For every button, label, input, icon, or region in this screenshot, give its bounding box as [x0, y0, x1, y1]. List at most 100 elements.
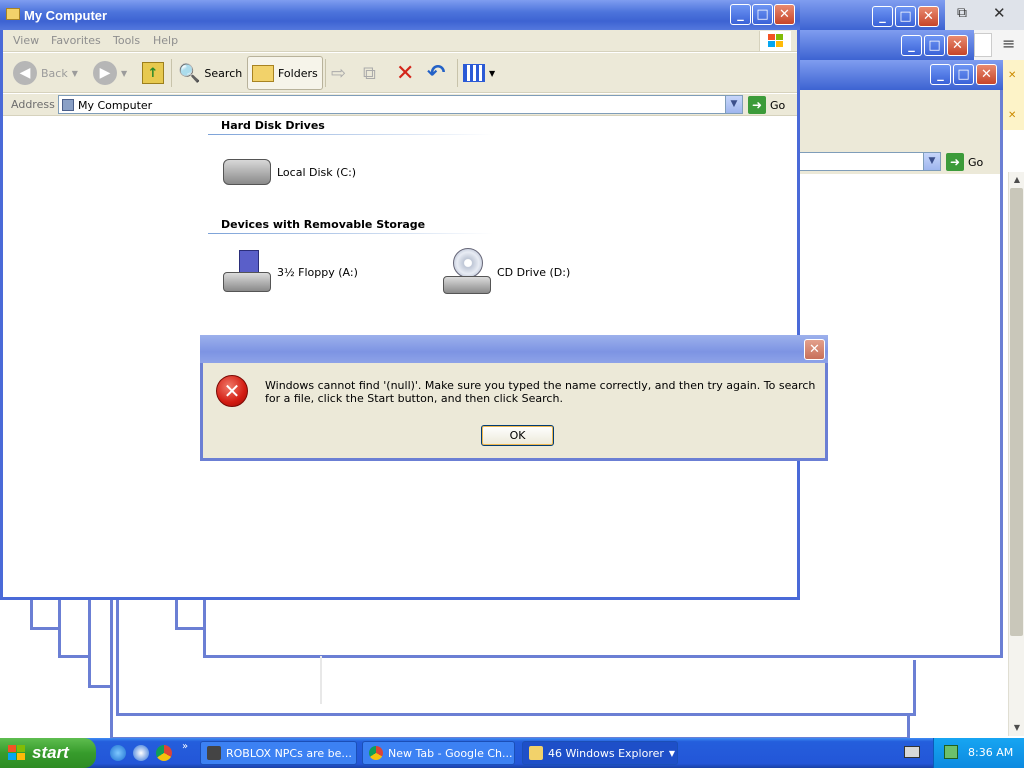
start-button[interactable]: start: [0, 738, 96, 768]
minimize-button[interactable]: _: [901, 35, 922, 56]
menu-bar: View Favorites Tools Help: [3, 30, 797, 52]
close-button[interactable]: ✕: [918, 6, 939, 27]
background-addressbar: ▼ ➜ Go: [798, 150, 1003, 174]
cd-drive-icon: [443, 248, 491, 296]
menu-help[interactable]: Help: [153, 34, 178, 47]
network-icon[interactable]: [944, 745, 958, 759]
roblox-icon: [207, 746, 221, 760]
address-field[interactable]: My Computer ▼: [58, 95, 743, 114]
folders-label: Folders: [278, 66, 318, 80]
background-menubar: ✕ ✕: [1003, 60, 1024, 130]
minimize-button[interactable]: _: [930, 64, 951, 85]
scrollbar-thumb[interactable]: [1010, 188, 1023, 636]
drive-label: 3½ Floppy (A:): [277, 265, 358, 279]
chevron-down-icon: ▼: [71, 68, 78, 78]
views-button[interactable]: ▼: [463, 56, 495, 90]
vertical-scrollbar[interactable]: ▲ ▼: [1008, 172, 1024, 736]
close-button[interactable]: ✕: [804, 339, 825, 360]
scroll-down-arrow[interactable]: ▼: [1009, 720, 1024, 736]
maximize-button[interactable]: □: [924, 35, 945, 56]
drive-local-disk[interactable]: Local Disk (C:): [223, 159, 356, 185]
folder-icon: [6, 8, 20, 20]
address-bar: Address My Computer ▼ ➜ Go: [3, 94, 797, 116]
task-label: New Tab - Google Ch...: [388, 746, 513, 760]
close-icon[interactable]: ✕: [1008, 110, 1016, 121]
keyboard-icon[interactable]: [904, 746, 920, 758]
menu-icon[interactable]: ≡: [1002, 34, 1015, 53]
drive-floppy[interactable]: 3½ Floppy (A:): [223, 250, 358, 294]
taskbar-item-chrome[interactable]: New Tab - Google Ch...: [362, 741, 515, 765]
titlebar[interactable]: My Computer _ □ ✕: [0, 0, 800, 30]
windows-flag-icon: [768, 34, 784, 48]
taskbar-item-roblox[interactable]: ROBLOX NPCs are be...: [200, 741, 357, 765]
go-button[interactable]: ➜ Go: [748, 96, 785, 114]
background-window: _ □ ✕ _ □ ✕ _ □ ✕ ⧉ ✕ ≡ ✕ ✕ ▼ ➜ Go: [798, 0, 1024, 660]
close-icon[interactable]: ✕: [993, 4, 1006, 22]
go-label: Go: [770, 98, 786, 112]
start-label: start: [32, 743, 69, 762]
undo-button[interactable]: ↶: [427, 56, 445, 90]
minimize-button[interactable]: _: [872, 6, 893, 27]
address-dropdown[interactable]: ▼: [725, 96, 742, 113]
error-dialog: ✕ ✕ Windows cannot find '(null)'. Make s…: [200, 335, 828, 461]
background-window-border: [798, 655, 1003, 658]
restore-icon[interactable]: ⧉: [957, 5, 967, 21]
address-field[interactable]: ▼: [798, 152, 941, 171]
copy-to-button[interactable]: ⧉: [363, 56, 376, 90]
chevron-down-icon: ▼: [121, 68, 128, 78]
close-button[interactable]: ✕: [976, 64, 997, 85]
system-tray: 8:36 AM: [933, 738, 1024, 768]
close-button[interactable]: ✕: [774, 4, 795, 25]
delete-button[interactable]: ✕: [396, 56, 414, 90]
group-header-hard-disk: Hard Disk Drives: [221, 119, 325, 132]
media-player-icon[interactable]: [133, 745, 149, 761]
address-field[interactable]: [974, 33, 992, 57]
go-button[interactable]: ➜ Go: [946, 153, 983, 171]
close-button[interactable]: ✕: [947, 35, 968, 56]
back-label: Back: [41, 66, 68, 80]
maximize-button[interactable]: □: [752, 4, 773, 25]
drive-cd[interactable]: CD Drive (D:): [443, 248, 570, 296]
close-icon[interactable]: ✕: [1008, 70, 1016, 81]
folders-button[interactable]: Folders: [247, 56, 323, 90]
move-to-button[interactable]: ⇨: [331, 56, 346, 90]
group-divider: [208, 134, 493, 135]
address-label: Address: [11, 98, 55, 111]
maximize-button[interactable]: □: [895, 6, 916, 27]
back-arrow-icon: ◀: [13, 61, 37, 85]
up-folder-icon: ↑: [142, 62, 164, 84]
menu-favorites[interactable]: Favorites: [51, 34, 101, 47]
quicklaunch-chevron-icon[interactable]: »: [182, 741, 188, 752]
task-label: ROBLOX NPCs are be...: [226, 746, 352, 760]
drive-label: Local Disk (C:): [277, 165, 357, 179]
toolbar: ◀ Back ▼ ▶ ▼ ↑ 🔍 Search Folders ⇨ ⧉ ✕ ↶ …: [3, 53, 797, 93]
error-icon: ✕: [216, 375, 248, 407]
drive-label: CD Drive (D:): [497, 265, 571, 279]
taskbar-item-explorer-group[interactable]: 46 Windows Explorer ▼: [522, 741, 678, 765]
chrome-icon[interactable]: [156, 745, 172, 761]
windows-logo: [759, 31, 791, 51]
forward-button[interactable]: ▶ ▼: [93, 56, 127, 90]
up-folder-button[interactable]: ↑: [142, 56, 164, 90]
minimize-button[interactable]: _: [730, 4, 751, 25]
my-computer-window: My Computer _ □ ✕ View Favorites Tools H…: [0, 0, 800, 600]
address-dropdown[interactable]: ▼: [923, 153, 940, 170]
dialog-titlebar[interactable]: ✕: [200, 335, 828, 363]
back-button[interactable]: ◀ Back ▼: [13, 56, 78, 90]
go-label: Go: [968, 155, 984, 169]
chrome-icon: [369, 746, 383, 760]
background-toolbar: [798, 108, 1003, 150]
task-label: 46 Windows Explorer: [548, 746, 664, 760]
clock[interactable]: 8:36 AM: [968, 746, 1013, 759]
menu-view[interactable]: View: [13, 34, 39, 47]
delete-icon: ✕: [396, 60, 415, 86]
scroll-up-arrow[interactable]: ▲: [1009, 172, 1024, 188]
internet-explorer-icon[interactable]: [110, 745, 126, 761]
search-button[interactable]: 🔍 Search: [178, 56, 242, 90]
maximize-button[interactable]: □: [953, 64, 974, 85]
menu-tools[interactable]: Tools: [113, 34, 140, 47]
ok-button[interactable]: OK: [481, 425, 554, 446]
toolbar-separator: [171, 59, 172, 87]
hard-disk-icon: [223, 159, 271, 185]
toolbar-separator: [325, 59, 326, 87]
